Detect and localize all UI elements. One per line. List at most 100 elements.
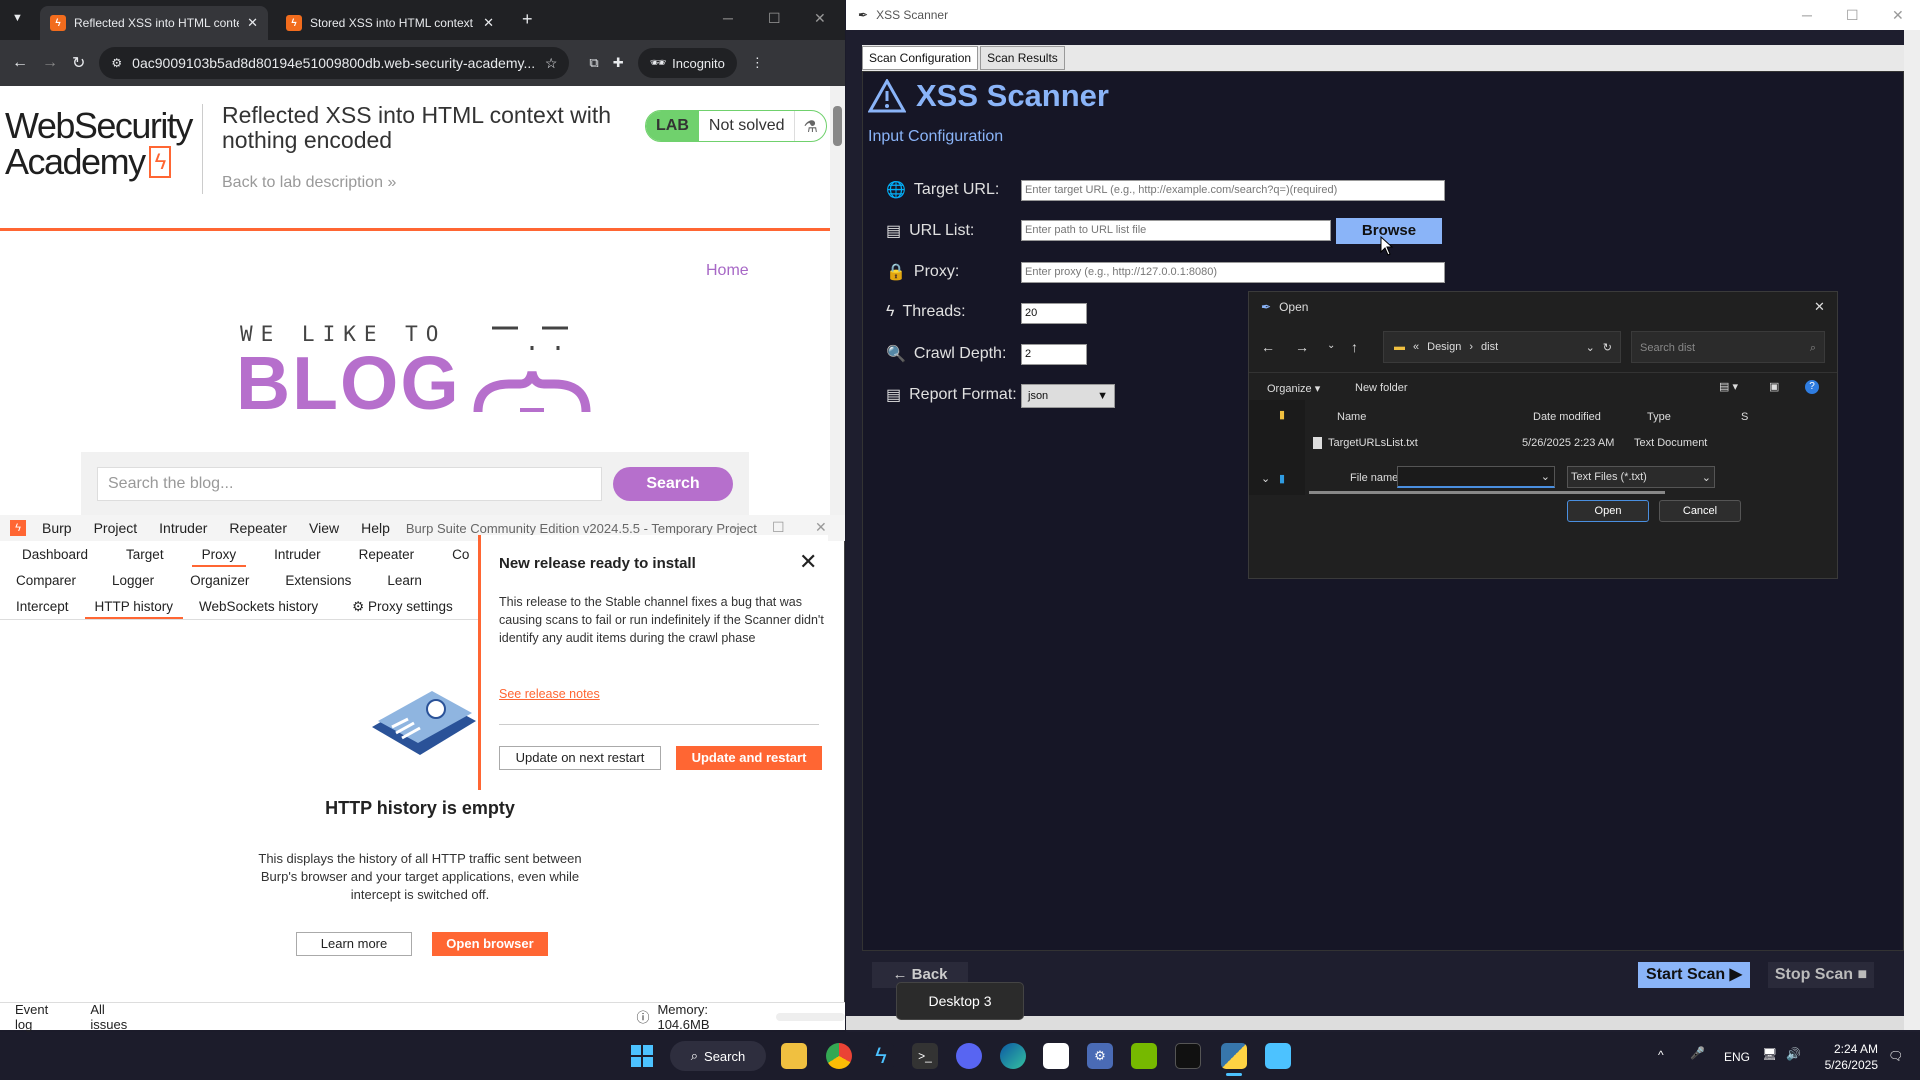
address-breadcrumb[interactable]: ▬ « Design › dist ⌄ ↻ — [1383, 331, 1621, 363]
close-window-icon[interactable]: ✕ — [815, 519, 827, 536]
close-tab-icon[interactable]: ✕ — [247, 15, 258, 31]
subtab-intercept[interactable]: Intercept — [6, 595, 79, 619]
column-name-header[interactable]: Name — [1337, 411, 1366, 423]
clock-date[interactable]: 5/26/2025 — [1818, 1058, 1878, 1072]
dialog-search-input[interactable]: Search dist ⌕ — [1631, 331, 1825, 363]
edge-icon[interactable] — [1000, 1043, 1026, 1069]
burp-taskbar-icon[interactable]: ϟ — [868, 1043, 894, 1069]
maximize-icon[interactable]: ☐ — [772, 519, 785, 536]
tab-extensions[interactable]: Extensions — [275, 569, 361, 593]
notifications-icon[interactable]: 🗨 — [1888, 1049, 1903, 1063]
view-options-icon[interactable]: ▤ ▾ — [1719, 380, 1738, 393]
tab-organizer[interactable]: Organizer — [180, 569, 259, 593]
column-type-header[interactable]: Type — [1647, 411, 1671, 423]
url-list-input[interactable]: Enter path to URL list file — [1021, 220, 1331, 241]
update-and-restart-button[interactable]: Update and restart — [676, 746, 822, 770]
chevron-down-icon[interactable]: ⌄ — [1541, 470, 1550, 483]
menu-help[interactable]: Help — [361, 520, 390, 536]
help-icon[interactable]: ? — [1805, 380, 1819, 394]
maximize-icon[interactable]: ☐ — [768, 10, 781, 27]
menu-view[interactable]: View — [309, 520, 339, 536]
terminal-icon[interactable]: >_ — [912, 1043, 938, 1069]
reload-icon[interactable]: ↻ — [72, 53, 85, 73]
volume-icon[interactable]: 🔊 — [1786, 1047, 1801, 1061]
column-date-header[interactable]: Date modified — [1533, 411, 1601, 423]
clock-time[interactable]: 2:24 AM — [1828, 1042, 1878, 1056]
threads-input[interactable]: 20 — [1021, 303, 1087, 324]
tab-logger[interactable]: Logger — [102, 569, 164, 593]
back-to-lab-link[interactable]: Back to lab description » — [222, 174, 396, 192]
taskbar-search[interactable]: ⌕ Search — [670, 1041, 766, 1071]
notepad-icon[interactable] — [1265, 1043, 1291, 1069]
file-name-input[interactable]: ⌄ — [1397, 466, 1555, 488]
learn-more-button[interactable]: Learn more — [296, 932, 412, 956]
wsa-logo[interactable]: WebSecurity Academy ϟ — [5, 108, 193, 180]
scrollbar-thumb[interactable] — [833, 106, 842, 146]
tab-scan-results[interactable]: Scan Results — [980, 46, 1065, 70]
blog-search-button[interactable]: Search — [613, 467, 733, 501]
tab-learn[interactable]: Learn — [377, 569, 432, 593]
minimize-icon[interactable]: ─ — [1802, 7, 1812, 23]
new-tab-icon[interactable]: + — [522, 9, 533, 30]
file-row[interactable]: TargetURLsList.txt 5/26/2025 2:23 AM Tex… — [1309, 432, 1834, 454]
site-info-icon[interactable]: ⚙ — [111, 56, 122, 70]
breadcrumb-dist[interactable]: dist — [1481, 341, 1498, 353]
open-browser-button[interactable]: Open browser — [432, 932, 548, 956]
tray-overflow-icon[interactable]: ^ — [1658, 1048, 1664, 1062]
extension-icon[interactable]: ⧉ — [589, 55, 598, 71]
proxy-settings-button[interactable]: ⚙ Proxy settings — [342, 595, 463, 619]
settings-icon[interactable]: ⚙ — [1087, 1043, 1113, 1069]
file-explorer-icon[interactable] — [781, 1043, 807, 1069]
back-icon[interactable]: ← — [12, 54, 28, 72]
tab-search-button[interactable]: ▼ — [12, 12, 23, 24]
file-type-select[interactable]: Text Files (*.txt) ⌄ — [1567, 466, 1715, 488]
crawl-depth-input[interactable]: 2 — [1021, 344, 1087, 365]
chrome-tab-reflected-xss[interactable]: ϟ Reflected XSS into HTML conte ✕ — [40, 6, 268, 40]
extensions-puzzle-icon[interactable]: ✚ — [613, 55, 624, 71]
cmd-icon[interactable] — [1175, 1043, 1201, 1069]
address-dropdown-icon[interactable]: ⌄ — [1586, 341, 1595, 354]
all-issues-button[interactable]: All issues — [90, 1002, 144, 1032]
close-window-icon[interactable]: ✕ — [814, 10, 826, 27]
tab-intruder[interactable]: Intruder — [264, 543, 331, 567]
report-format-select[interactable]: json ▼ — [1021, 384, 1115, 408]
tab-comparer[interactable]: Comparer — [6, 569, 86, 593]
new-folder-button[interactable]: New folder — [1355, 382, 1408, 394]
back-icon[interactable]: ← — [1261, 339, 1275, 355]
menu-project[interactable]: Project — [94, 520, 138, 536]
address-bar[interactable]: ⚙ 0ac9009103b5ad8d80194e51009800db.web-s… — [99, 47, 570, 79]
menu-intruder[interactable]: Intruder — [159, 520, 207, 536]
nvidia-icon[interactable] — [1131, 1043, 1157, 1069]
recent-chevron-icon[interactable]: ⌄ — [1327, 340, 1335, 351]
close-window-icon[interactable]: ✕ — [1892, 7, 1904, 24]
tab-repeater[interactable]: Repeater — [349, 543, 425, 567]
organize-menu[interactable]: Organize ▾ — [1267, 382, 1320, 395]
forward-icon[interactable]: → — [42, 54, 58, 72]
discord-icon[interactable] — [956, 1043, 982, 1069]
start-button[interactable] — [631, 1045, 653, 1067]
tab-scan-configuration[interactable]: Scan Configuration — [862, 46, 979, 70]
update-next-restart-button[interactable]: Update on next restart — [499, 746, 661, 770]
minimize-icon[interactable]: ─ — [730, 519, 740, 535]
tab-collaborator[interactable]: Co — [442, 543, 479, 567]
chrome-icon[interactable] — [826, 1043, 852, 1069]
proxy-input[interactable]: Enter proxy (e.g., http://127.0.0.1:8080… — [1021, 262, 1445, 283]
menu-repeater[interactable]: Repeater — [229, 520, 287, 536]
forward-icon[interactable]: → — [1295, 339, 1309, 355]
chrome-tab-stored-xss[interactable]: ϟ Stored XSS into HTML context ✕ — [276, 6, 504, 40]
nav-expand-icon[interactable]: ⌄ — [1261, 472, 1270, 485]
language-indicator[interactable]: ENG — [1724, 1050, 1750, 1064]
vertical-scrollbar[interactable] — [1904, 30, 1920, 1030]
column-size-header[interactable]: S — [1741, 411, 1748, 423]
microphone-icon[interactable]: 🎤 — [1690, 1046, 1705, 1060]
stop-scan-button[interactable]: Stop Scan ■ — [1768, 962, 1874, 988]
tab-dashboard[interactable]: Dashboard — [12, 543, 98, 567]
target-url-input[interactable]: Enter target URL (e.g., http://example.c… — [1021, 180, 1445, 201]
close-popup-icon[interactable]: ✕ — [799, 549, 817, 575]
incognito-indicator[interactable]: 🕶 Incognito — [637, 48, 737, 78]
subtab-websockets-history[interactable]: WebSockets history — [189, 595, 328, 619]
preview-pane-icon[interactable]: ▣ — [1769, 380, 1779, 393]
breadcrumb-design[interactable]: Design — [1427, 341, 1461, 353]
bookmark-star-icon[interactable]: ☆ — [545, 55, 558, 72]
event-log-button[interactable]: Event log — [15, 1002, 68, 1032]
